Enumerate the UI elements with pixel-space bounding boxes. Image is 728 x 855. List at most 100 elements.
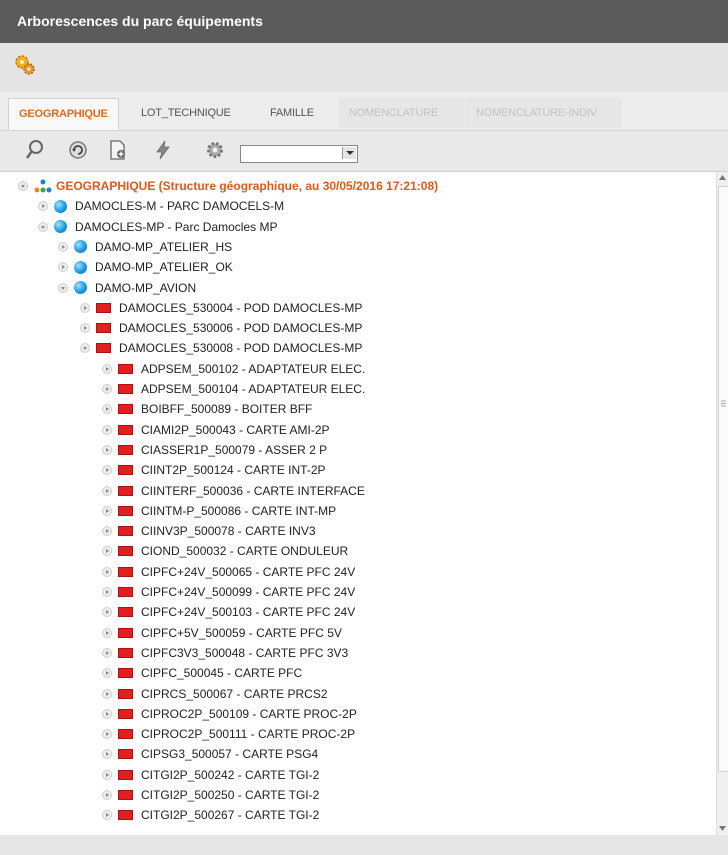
tree-node[interactable]: CIPFC+24V_500065 - CARTE PFC 24V <box>102 562 355 582</box>
expand-toggle-icon[interactable] <box>102 587 112 597</box>
expand-toggle-icon[interactable] <box>102 526 112 537</box>
expand-toggle-icon[interactable] <box>102 607 112 618</box>
tree-node[interactable]: CIPRCS_500067 - CARTE PRCS2 <box>102 684 328 704</box>
expand-toggle-icon[interactable] <box>102 627 112 638</box>
tree-node[interactable]: CIINTM-P_500086 - CARTE INT-MP <box>102 501 336 521</box>
expand-toggle-icon[interactable] <box>80 323 90 334</box>
expand-toggle-icon[interactable] <box>58 262 68 273</box>
tree-node[interactable]: CIASSER1P_500079 - ASSER 2 P <box>102 440 327 460</box>
tree-node-label[interactable]: CIPSG3_500057 - CARTE PSG4 <box>141 747 318 761</box>
tree-node-label[interactable]: CITGI2P_500242 - CARTE TGI-2 <box>141 768 319 782</box>
tree-node-label[interactable]: DAMOCLES_530006 - POD DAMOCLES-MP <box>119 321 362 335</box>
expand-toggle-icon[interactable] <box>102 668 112 679</box>
tree-node-label[interactable]: DAMO-MP_ATELIER_OK <box>95 260 233 274</box>
tree-node[interactable]: CIAMI2P_500043 - CARTE AMI-2P <box>102 420 330 440</box>
tree-node[interactable]: DAMO-MP_ATELIER_OK <box>58 257 233 277</box>
tree-node[interactable]: CIPFC3V3_500048 - CARTE PFC 3V3 <box>102 643 348 663</box>
settings-icon[interactable] <box>204 139 226 161</box>
tree-node[interactable]: CITGI2P_500242 - CARTE TGI-2 <box>102 765 319 785</box>
scroll-up-icon[interactable] <box>719 175 726 180</box>
collapse-toggle-icon[interactable] <box>80 343 90 354</box>
tree-node[interactable]: DAMOCLES-M - PARC DAMOCELS-M <box>38 196 284 216</box>
expand-toggle-icon[interactable] <box>102 546 112 557</box>
tree-node-label[interactable]: ADPSEM_500104 - ADAPTATEUR ELEC. <box>141 382 365 396</box>
expand-toggle-icon[interactable] <box>102 769 112 780</box>
tree-node-label[interactable]: DAMO-MP_ATELIER_HS <box>95 240 232 254</box>
tree-node-label[interactable]: CIPFC_500045 - CARTE PFC <box>141 666 302 680</box>
expand-toggle-icon[interactable] <box>102 424 112 435</box>
tree-node-label[interactable]: CITGI2P_500250 - CARTE TGI-2 <box>141 788 319 802</box>
new-document-icon[interactable] <box>107 139 129 161</box>
tree-node-label[interactable]: CITGI2P_500267 - CARTE TGI-2 <box>141 808 319 822</box>
tree-node[interactable]: CIPFC+5V_500059 - CARTE PFC 5V <box>102 623 342 643</box>
tree-node[interactable]: BOIBFF_500089 - BOITER BFF <box>102 399 312 419</box>
filter-combo[interactable] <box>240 145 358 163</box>
tree-node-label[interactable]: CIASSER1P_500079 - ASSER 2 P <box>141 443 327 457</box>
search-icon[interactable] <box>24 139 46 161</box>
tree-node[interactable]: CIPROC2P_500109 - CARTE PROC-2P <box>102 704 357 724</box>
tree-node-label[interactable]: CIINV3P_500078 - CARTE INV3 <box>141 524 316 538</box>
tree-node-label[interactable]: CIPROC2P_500111 - CARTE PROC-2P <box>141 727 355 741</box>
expand-toggle-icon[interactable] <box>102 708 112 719</box>
expand-toggle-icon[interactable] <box>80 302 90 313</box>
tab-geographique[interactable]: GEOGRAPHIQUE <box>8 98 119 130</box>
tree-node-label[interactable]: DAMOCLES-MP - Parc Damocles MP <box>75 220 277 234</box>
collapse-toggle-icon[interactable] <box>58 282 68 293</box>
tree-node-label[interactable]: ADPSEM_500102 - ADAPTATEUR ELEC. <box>141 362 365 376</box>
tree-node-label[interactable]: CIPRCS_500067 - CARTE PRCS2 <box>141 687 328 701</box>
tree-root-node[interactable]: GEOGRAPHIQUE (Structure géographique, au… <box>18 176 438 196</box>
tree-node-label[interactable]: CIAMI2P_500043 - CARTE AMI-2P <box>141 423 330 437</box>
expand-toggle-icon[interactable] <box>102 404 112 415</box>
tree-node-label[interactable]: CIINTERF_500036 - CARTE INTERFACE <box>141 484 365 498</box>
expand-toggle-icon[interactable] <box>102 444 112 455</box>
expand-toggle-icon[interactable] <box>102 363 112 374</box>
tree-node[interactable]: CIINV3P_500078 - CARTE INV3 <box>102 521 316 541</box>
tree-node[interactable]: DAMOCLES-MP - Parc Damocles MP <box>38 217 277 237</box>
refresh-icon[interactable] <box>67 139 89 161</box>
expand-toggle-icon[interactable] <box>102 647 112 658</box>
tree-node-label[interactable]: CIPFC+24V_500099 - CARTE PFC 24V <box>141 585 355 599</box>
tree-node-label[interactable]: DAMO-MP_AVION <box>95 281 196 295</box>
expand-toggle-icon[interactable] <box>102 729 112 740</box>
expand-toggle-icon[interactable] <box>102 485 112 496</box>
tree-node[interactable]: ADPSEM_500102 - ADAPTATEUR ELEC. <box>102 359 365 379</box>
tree-node[interactable]: DAMOCLES_530008 - POD DAMOCLES-MP <box>80 338 362 358</box>
tree-node[interactable]: DAMO-MP_ATELIER_HS <box>58 237 232 257</box>
scroll-down-icon[interactable] <box>719 826 726 831</box>
expand-toggle-icon[interactable] <box>58 241 68 252</box>
tree-node[interactable]: CIPFC_500045 - CARTE PFC <box>102 663 302 683</box>
tree-node[interactable]: CIINT2P_500124 - CARTE INT-2P <box>102 460 326 480</box>
tree-node[interactable]: ADPSEM_500104 - ADAPTATEUR ELEC. <box>102 379 365 399</box>
expand-toggle-icon[interactable] <box>102 505 112 516</box>
tree-node[interactable]: CIPROC2P_500111 - CARTE PROC-2P <box>102 724 355 744</box>
settings-gears-icon[interactable] <box>14 54 36 76</box>
chevron-down-icon[interactable] <box>342 147 356 159</box>
tree-node[interactable]: CITGI2P_500250 - CARTE TGI-2 <box>102 785 319 805</box>
expand-toggle-icon[interactable] <box>102 790 112 800</box>
tree-node-label[interactable]: CIOND_500032 - CARTE ONDULEUR <box>141 544 348 558</box>
tree-node[interactable]: CIPSG3_500057 - CARTE PSG4 <box>102 744 318 764</box>
tree-node[interactable]: CIINTERF_500036 - CARTE INTERFACE <box>102 481 365 501</box>
tree-node[interactable]: CIOND_500032 - CARTE ONDULEUR <box>102 541 348 561</box>
tree-node-label[interactable]: DAMOCLES_530004 - POD DAMOCLES-MP <box>119 301 362 315</box>
collapse-toggle-icon[interactable] <box>18 181 28 191</box>
collapse-toggle-icon[interactable] <box>38 221 48 232</box>
tab-nomenclature-indiv[interactable]: NOMENCLATURE-INDIV <box>466 98 622 128</box>
tree-node-label[interactable]: CIPFC+24V_500065 - CARTE PFC 24V <box>141 565 355 579</box>
expand-toggle-icon[interactable] <box>102 688 112 699</box>
vertical-scrollbar[interactable] <box>716 172 728 835</box>
tree-node-label[interactable]: CIPFC+5V_500059 - CARTE PFC 5V <box>141 626 342 640</box>
scrollbar-thumb[interactable] <box>718 186 728 772</box>
expand-toggle-icon[interactable] <box>102 810 112 821</box>
lightning-icon[interactable] <box>152 139 174 161</box>
tree-node[interactable]: DAMOCLES_530006 - POD DAMOCLES-MP <box>80 318 362 338</box>
tab-lot-technique[interactable]: LOT_TECHNIQUE <box>131 98 241 128</box>
tree-node-label[interactable]: BOIBFF_500089 - BOITER BFF <box>141 402 312 416</box>
tab-nomenclature[interactable]: NOMENCLATURE <box>339 98 465 128</box>
tree-node-label[interactable]: CIINTM-P_500086 - CARTE INT-MP <box>141 504 336 518</box>
tree-node[interactable]: CIPFC+24V_500099 - CARTE PFC 24V <box>102 582 355 602</box>
tab-famille[interactable]: FAMILLE <box>260 98 324 128</box>
tree-node[interactable]: DAMO-MP_AVION <box>58 278 196 298</box>
expand-toggle-icon[interactable] <box>38 201 48 212</box>
expand-toggle-icon[interactable] <box>102 566 112 577</box>
